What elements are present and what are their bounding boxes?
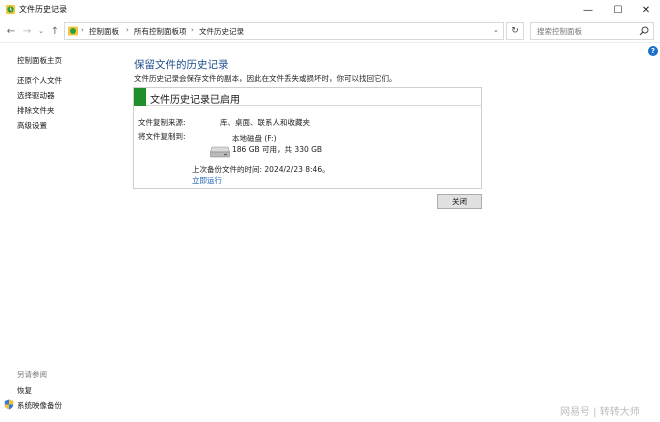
sidebar-item-advanced[interactable]: 高级设置 — [17, 120, 47, 131]
last-backup-time: 上次备份文件的时间: 2024/2/23 8:46。 — [192, 165, 330, 174]
destination-label: 将文件复制到: — [138, 132, 186, 141]
breadcrumb-separator: › — [126, 26, 129, 34]
address-dropdown-icon[interactable]: ⌄ — [493, 26, 499, 34]
search-input[interactable]: 搜索控制面板 — [530, 22, 654, 40]
help-icon[interactable]: ? — [648, 46, 658, 56]
see-also-system-image-backup[interactable]: 系统映像备份 — [17, 400, 62, 411]
navigation-bar: ← → ⌄ ↑ › 控制面板 › 所有控制面板项 › 文件历史记录 ⌄ ↻ 搜索… — [0, 20, 660, 42]
breadcrumb-separator: › — [81, 26, 84, 34]
breadcrumb-file-history[interactable]: 文件历史记录 — [199, 26, 244, 37]
source-value: 库、桌面、联系人和收藏夹 — [220, 118, 310, 127]
drive-name: 本地磁盘 (F:) — [232, 134, 277, 143]
sidebar-item-exclude-folders[interactable]: 排除文件夹 — [17, 105, 55, 116]
run-now-link[interactable]: 立即运行 — [192, 175, 222, 186]
close-button[interactable]: 关闭 — [437, 194, 482, 209]
recent-locations-button[interactable]: ⌄ — [36, 24, 46, 38]
sidebar-item-restore[interactable]: 还原个人文件 — [17, 75, 62, 86]
source-label: 文件复制来源: — [138, 118, 186, 127]
sidebar: 控制面板主页 还原个人文件 选择驱动器 排除文件夹 高级设置 另请参阅 恢复 系… — [0, 43, 118, 422]
refresh-button[interactable]: ↻ — [506, 22, 524, 40]
title-bar: 文件历史记录 — ☐ ✕ — [0, 0, 660, 20]
control-panel-icon — [68, 26, 78, 36]
watermark: 网易号 | 转转大师 — [560, 407, 640, 418]
window-title: 文件历史记录 — [19, 5, 67, 14]
shield-icon — [4, 399, 14, 410]
breadcrumb-control-panel[interactable]: 控制面板 — [89, 26, 119, 37]
status-header: 文件历史记录已启用 — [134, 88, 481, 106]
back-button[interactable]: ← — [4, 24, 18, 38]
sidebar-item-home[interactable]: 控制面板主页 — [17, 55, 62, 66]
drive-space: 186 GB 可用，共 330 GB — [232, 145, 323, 154]
forward-button[interactable]: → — [20, 24, 34, 38]
see-also-recovery[interactable]: 恢复 — [17, 385, 32, 396]
search-icon[interactable] — [638, 25, 650, 37]
maximize-button[interactable]: ☐ — [604, 0, 632, 20]
page-title: 保留文件的历史记录 — [134, 59, 229, 71]
search-placeholder: 搜索控制面板 — [537, 27, 582, 36]
status-indicator — [134, 88, 146, 106]
breadcrumb-all-items[interactable]: 所有控制面板项 — [134, 26, 187, 37]
status-panel: 文件历史记录已启用 文件复制来源: 库、桌面、联系人和收藏夹 将文件复制到: 本… — [133, 87, 482, 189]
close-window-button[interactable]: ✕ — [632, 0, 660, 20]
minimize-button[interactable]: — — [574, 0, 602, 20]
page-description: 文件历史记录会保存文件的副本，因此在文件丢失或损坏时，你可以找回它们。 — [134, 74, 397, 83]
breadcrumb-separator: › — [191, 26, 194, 34]
see-also-heading: 另请参阅 — [17, 370, 47, 379]
file-history-icon — [5, 4, 16, 15]
sidebar-item-select-drive[interactable]: 选择驱动器 — [17, 90, 55, 101]
status-title: 文件历史记录已启用 — [150, 95, 240, 106]
address-bar[interactable]: › 控制面板 › 所有控制面板项 › 文件历史记录 ⌄ — [64, 22, 504, 40]
hard-drive-icon — [210, 146, 230, 158]
up-button[interactable]: ↑ — [48, 24, 62, 38]
